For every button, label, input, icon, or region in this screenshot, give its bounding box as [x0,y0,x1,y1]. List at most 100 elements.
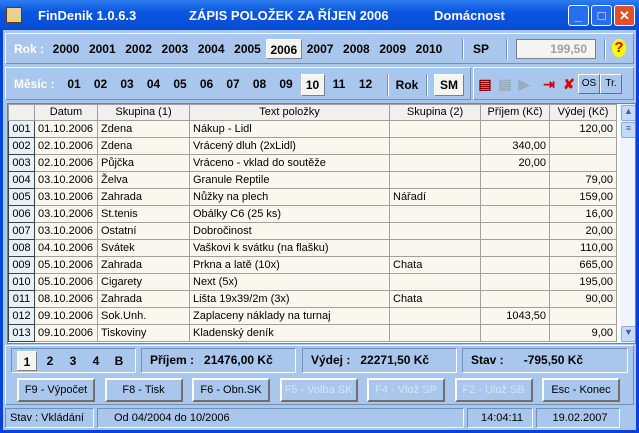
text-cell[interactable]: Kladenský deník [189,324,390,342]
column-header[interactable]: Příjem (Kč) [480,104,550,121]
text-cell[interactable]: Nůžky na plech [189,188,390,206]
date-cell[interactable]: 05.10.2006 [34,273,98,291]
group1-cell[interactable]: Sok.Unh. [97,307,190,325]
sm-button[interactable]: SM [434,74,464,96]
group1-cell[interactable]: Půjčka [97,154,190,172]
group1-cell[interactable]: Želva [97,171,190,189]
group2-cell[interactable]: Chata [389,256,481,274]
group1-cell[interactable]: Zahrada [97,256,190,274]
text-cell[interactable]: Obálky C6 (25 ks) [189,205,390,223]
group1-cell[interactable]: Svátek [97,239,190,257]
row-number[interactable]: 010 [8,273,35,291]
group1-cell[interactable]: St.tenis [97,205,190,223]
page-4[interactable]: 4 [86,351,106,371]
scroll-up-icon[interactable]: ▲ [621,105,635,121]
maximize-button[interactable]: □ [591,5,612,26]
page-3[interactable]: 3 [63,351,83,371]
date-cell[interactable]: 04.10.2006 [34,239,98,257]
month-07[interactable]: 07 [221,74,245,96]
date-cell[interactable]: 02.10.2006 [34,154,98,172]
expense-cell[interactable]: 120,00 [549,120,617,138]
row-number[interactable]: 005 [8,188,35,206]
income-cell[interactable] [480,188,550,206]
function-button[interactable]: Esc - Konec [542,378,620,402]
year-2000[interactable]: 2000 [48,39,84,59]
column-header[interactable]: Skupina (1) [97,104,190,121]
month-09[interactable]: 09 [274,74,298,96]
help-icon[interactable]: ? [612,39,626,57]
text-cell[interactable]: Vaškovi k svátku (na flašku) [189,239,390,257]
table-row[interactable]: 010 05.10.2006 Cigarety Next (5x) 195,00 [8,273,617,291]
expense-cell[interactable] [549,307,617,325]
page-2[interactable]: 2 [40,351,60,371]
vertical-scrollbar[interactable]: ▲ ≡ ▼ [620,104,635,343]
year-2004[interactable]: 2004 [193,39,229,59]
month-06[interactable]: 06 [195,74,219,96]
table-row[interactable]: 004 03.10.2006 Želva Granule Reptile 79,00 [8,171,617,189]
text-cell[interactable]: Nákup - Lidl [189,120,390,138]
row-number[interactable]: 007 [8,222,35,240]
table-row[interactable]: 009 05.10.2006 Zahrada Prkna a latě (10x) Ch… [8,256,617,274]
year-2007[interactable]: 2007 [302,39,338,59]
month-02[interactable]: 02 [89,74,113,96]
table-row[interactable]: 006 03.10.2006 St.tenis Obálky C6 (25 ks) 16… [8,205,617,223]
minimize-button[interactable]: _ [568,5,589,26]
text-cell[interactable]: Dobročinost [189,222,390,240]
scroll-thumb[interactable]: ≡ [621,122,635,138]
expense-cell[interactable]: 79,00 [549,171,617,189]
scroll-down-icon[interactable]: ▼ [621,326,635,342]
insert-row-icon[interactable]: ⇥ [540,75,558,93]
table-row[interactable]: 003 02.10.2006 Půjčka Vráceno - vklad do so… [8,154,617,172]
text-cell[interactable]: Lišta 19x39/2m (3x) [189,290,390,308]
group1-cell[interactable]: Cigarety [97,273,190,291]
year-2003[interactable]: 2003 [157,39,193,59]
expense-cell[interactable] [549,137,617,155]
text-cell[interactable]: Granule Reptile [189,171,390,189]
group1-cell[interactable]: Zdena [97,120,190,138]
date-cell[interactable]: 01.10.2006 [34,120,98,138]
row-number[interactable]: 002 [8,137,35,155]
group1-cell[interactable]: Ostatní [97,222,190,240]
row-number[interactable]: 003 [8,154,35,172]
group2-cell[interactable] [389,137,481,155]
income-cell[interactable] [480,324,550,342]
year-2002[interactable]: 2002 [121,39,157,59]
month-01[interactable]: 01 [62,74,86,96]
income-cell[interactable] [480,256,550,274]
expense-cell[interactable]: 665,00 [549,256,617,274]
year-2001[interactable]: 2001 [84,39,120,59]
text-cell[interactable]: Zaplaceny náklady na turnaj [189,307,390,325]
function-button[interactable]: F8 - Tisk [104,378,183,402]
year-2009[interactable]: 2009 [375,39,411,59]
text-cell[interactable]: Vráceno - vklad do soutěže [189,154,390,172]
function-button[interactable]: F6 - Obn.SK [192,378,270,402]
row-number[interactable]: 006 [8,205,35,223]
income-cell[interactable] [480,205,550,223]
date-cell[interactable]: 03.10.2006 [34,222,98,240]
month-08[interactable]: 08 [248,74,272,96]
group1-cell[interactable]: Zahrada [97,188,190,206]
group2-cell[interactable] [389,307,481,325]
row-number[interactable]: 011 [8,290,35,308]
os-button[interactable]: OS [578,74,600,94]
expense-cell[interactable]: 110,00 [549,239,617,257]
rok-button[interactable]: Rok [392,75,422,95]
expense-cell[interactable]: 90,00 [549,290,617,308]
date-cell[interactable]: 02.10.2006 [34,137,98,155]
group1-cell[interactable]: Tiskoviny [97,324,190,342]
date-cell[interactable]: 03.10.2006 [34,205,98,223]
table-row[interactable]: 005 03.10.2006 Zahrada Nůžky na plech Nářadí… [8,188,617,206]
row-number[interactable]: 013 [8,324,35,342]
table-row[interactable]: 008 04.10.2006 Svátek Vaškovi k svátku (na … [8,239,617,257]
copy-record-icon[interactable]: ▤ [476,75,494,93]
group2-cell[interactable]: Chata [389,290,481,308]
expense-cell[interactable]: 20,00 [549,222,617,240]
group2-cell[interactable] [389,239,481,257]
row-number[interactable]: 009 [8,256,35,274]
column-header[interactable]: Text položky [189,104,390,121]
income-cell[interactable] [480,273,550,291]
group1-cell[interactable]: Zahrada [97,290,190,308]
expense-cell[interactable]: 16,00 [549,205,617,223]
text-cell[interactable]: Prkna a latě (10x) [189,256,390,274]
table-row[interactable]: 011 08.10.2006 Zahrada Lišta 19x39/2m (3x) C… [8,290,617,308]
